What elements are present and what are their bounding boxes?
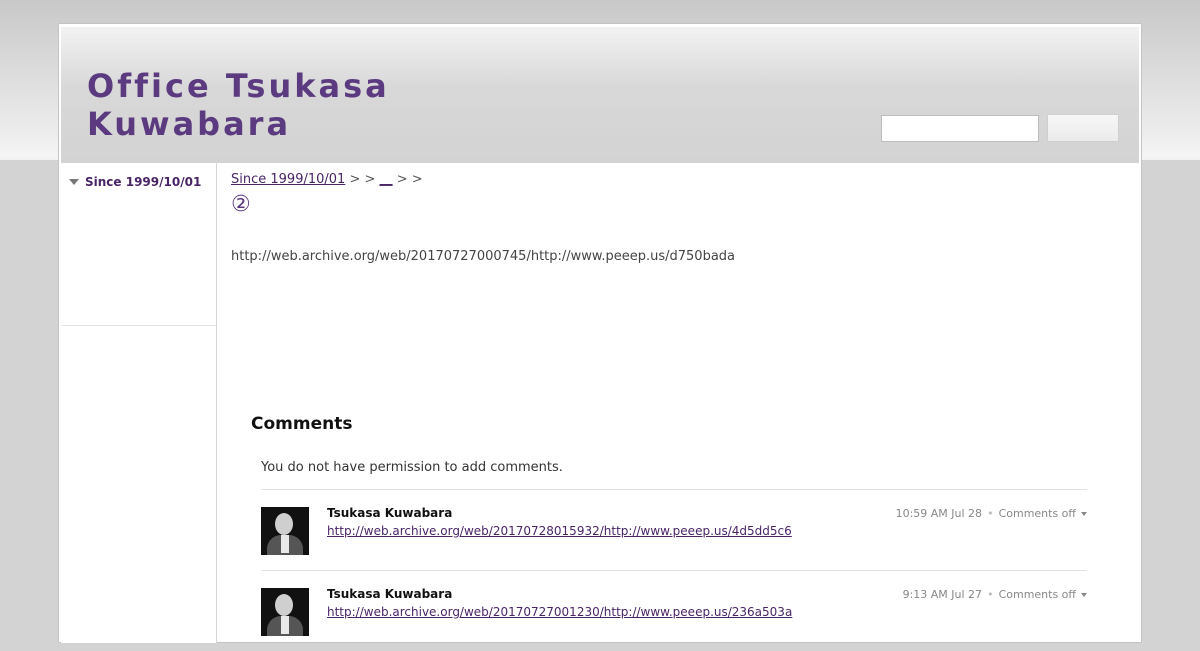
comment-author[interactable]: Tsukasa Kuwabara xyxy=(327,587,452,601)
avatar[interactable] xyxy=(261,588,309,636)
site-header: Office Tsukasa Kuwabara xyxy=(61,27,1139,163)
search-button[interactable] xyxy=(1047,114,1119,142)
avatar[interactable] xyxy=(261,507,309,555)
sidebar: Since 1999/10/01 xyxy=(61,163,217,643)
comment-meta: 9:13 AM Jul 27 • Comments off xyxy=(903,588,1087,601)
page-title: ② xyxy=(231,192,251,217)
comment-link[interactable]: http://web.archive.org/web/2017072801593… xyxy=(327,524,792,538)
page-container: Office Tsukasa Kuwabara Since 1999/10/01… xyxy=(58,23,1142,643)
comment-author[interactable]: Tsukasa Kuwabara xyxy=(327,506,452,520)
sidebar-item-label[interactable]: Since 1999/10/01 xyxy=(85,175,201,189)
sidebar-item-since[interactable]: Since 1999/10/01 xyxy=(69,175,201,189)
breadcrumb-home-link[interactable]: Since 1999/10/01 xyxy=(231,172,345,187)
comments-heading: Comments xyxy=(251,414,353,434)
dropdown-caret-icon[interactable] xyxy=(1081,592,1087,597)
search-input[interactable] xyxy=(881,115,1039,142)
breadcrumb: Since 1999/10/01 > > __ > > xyxy=(231,171,1131,189)
breadcrumb-separator: > xyxy=(364,172,376,187)
comment-time[interactable]: 9:13 AM Jul 27 xyxy=(903,588,982,601)
sidebar-nav: Since 1999/10/01 xyxy=(61,163,216,326)
comment-status[interactable]: Comments off xyxy=(999,507,1076,520)
site-title[interactable]: Office Tsukasa Kuwabara xyxy=(87,67,507,143)
comment-item: Tsukasa Kuwabara http://web.archive.org/… xyxy=(261,489,1087,570)
comment-time[interactable]: 10:59 AM Jul 28 xyxy=(896,507,982,520)
separator-dot: • xyxy=(987,588,994,601)
dropdown-caret-icon[interactable] xyxy=(1081,511,1087,516)
breadcrumb-link[interactable]: __ xyxy=(380,172,393,187)
triangle-down-icon[interactable] xyxy=(69,179,79,185)
breadcrumb-separator: > xyxy=(349,172,361,187)
permission-notice: You do not have permission to add commen… xyxy=(261,460,563,475)
page-content-text: http://web.archive.org/web/2017072700074… xyxy=(231,249,736,264)
main-content: Since 1999/10/01 > > __ > > ② http://web… xyxy=(231,171,1131,636)
breadcrumb-separator: > xyxy=(396,172,408,187)
breadcrumb-separator: > xyxy=(411,172,423,187)
comment-status[interactable]: Comments off xyxy=(999,588,1076,601)
comment-link[interactable]: http://web.archive.org/web/2017072700123… xyxy=(327,605,792,619)
comment-item: Tsukasa Kuwabara http://web.archive.org/… xyxy=(261,570,1087,651)
separator-dot: • xyxy=(987,507,994,520)
comment-meta: 10:59 AM Jul 28 • Comments off xyxy=(896,507,1087,520)
